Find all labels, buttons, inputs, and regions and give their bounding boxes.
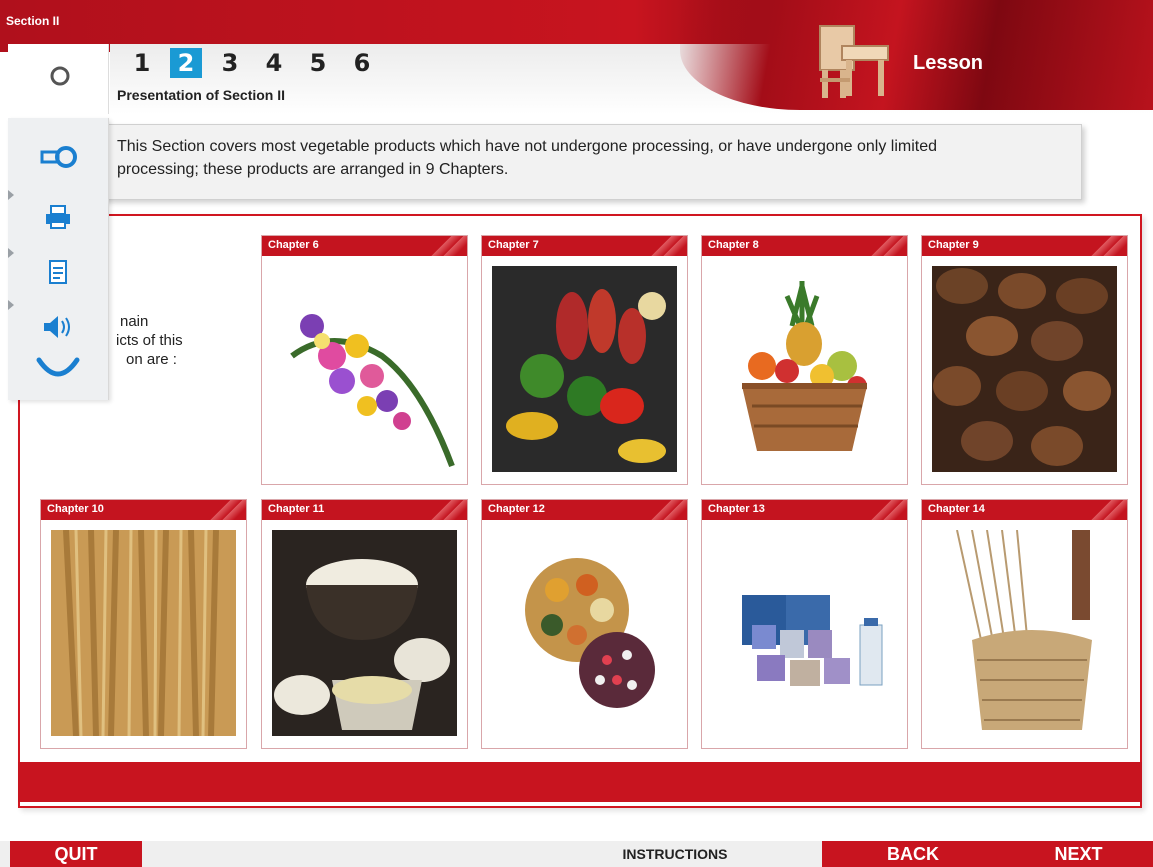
card-header: Chapter 8 (702, 236, 907, 256)
coffee-beans-image (932, 266, 1117, 472)
card-header: Chapter 11 (262, 500, 467, 520)
intro-line-3: on are : (126, 351, 177, 368)
print-button[interactable] (30, 202, 86, 246)
vegetables-image (492, 266, 677, 472)
intro-text: nain icts of this on are : (116, 312, 236, 369)
page-6-link[interactable]: 6 (340, 48, 384, 78)
card-header: Chapter 12 (482, 500, 687, 520)
plaiting-materials-image (932, 530, 1117, 736)
glossary-icon (40, 146, 77, 168)
page-5-link[interactable]: 5 (296, 48, 340, 78)
card-title: Chapter 13 (708, 503, 765, 515)
card-title: Chapter 14 (928, 503, 985, 515)
panel-footer-bar (18, 762, 1142, 802)
flour-image (272, 530, 457, 736)
section-label: Section II (6, 14, 60, 28)
glossary-button[interactable] (30, 142, 86, 186)
speaker-icon (44, 316, 70, 338)
page-4-link[interactable]: 4 (252, 48, 296, 78)
page-2-link[interactable]: 2 (170, 48, 202, 78)
card-title: Chapter 8 (708, 239, 759, 251)
page-3-link[interactable]: 3 (208, 48, 252, 78)
description-box: This Section covers most vegetable produ… (100, 124, 1082, 200)
toolbar-arrow (8, 300, 14, 310)
chapter-card-14[interactable]: Chapter 14 (921, 499, 1128, 749)
chapter-card-13[interactable]: Chapter 13 (701, 499, 908, 749)
chapter-card-11[interactable]: Chapter 11 (261, 499, 468, 749)
chapter-card-6[interactable]: Chapter 6 (261, 235, 468, 485)
side-toolbar (8, 118, 109, 400)
chapter-card-8[interactable]: Chapter 8 (701, 235, 908, 485)
card-title: Chapter 12 (488, 503, 545, 515)
chapter-card-9[interactable]: Chapter 9 (921, 235, 1128, 485)
lesson-label: Lesson (913, 52, 984, 74)
toolbar-arrow (8, 248, 14, 258)
undo-arc-icon (36, 357, 80, 377)
card-header: Chapter 10 (41, 500, 246, 520)
card-header: Chapter 13 (702, 500, 907, 520)
chapter-card-12[interactable]: Chapter 12 (481, 499, 688, 749)
card-title: Chapter 9 (928, 239, 979, 251)
card-header: Chapter 9 (922, 236, 1127, 256)
fruit-basket-image (742, 281, 867, 451)
instructions-button[interactable]: INSTRUCTIONS (560, 841, 790, 867)
quit-button[interactable]: QUIT (10, 841, 142, 867)
next-button[interactable]: NEXT (1004, 841, 1153, 867)
card-title: Chapter 6 (268, 239, 319, 251)
flowers-bouquet-image (290, 314, 455, 468)
page-navigation: 1 2 3 4 5 6 (120, 48, 384, 78)
page-1-link[interactable]: 1 (120, 48, 164, 78)
intro-line-2: icts of this (116, 332, 183, 349)
notes-icon (49, 260, 67, 284)
print-icon (46, 205, 70, 229)
card-header: Chapter 14 (922, 500, 1127, 520)
undo-button[interactable] (30, 354, 86, 398)
card-header: Chapter 7 (482, 236, 687, 256)
page-title: Presentation of Section II (117, 87, 286, 103)
chapter-card-7[interactable]: Chapter 7 (481, 235, 688, 485)
card-title: Chapter 10 (47, 503, 104, 515)
wheat-image (51, 530, 236, 736)
intro-line-1: nain (120, 313, 149, 330)
lesson-desk-icon (819, 25, 889, 98)
audio-button[interactable] (30, 312, 86, 356)
seeds-image (525, 558, 655, 708)
toolbar-arrow (8, 190, 14, 200)
home-tab[interactable] (8, 44, 109, 114)
reload-icon[interactable] (48, 64, 72, 88)
description-text: This Section covers most vegetable produ… (117, 138, 938, 178)
back-button[interactable]: BACK (822, 841, 1004, 867)
chapter-card-10[interactable]: Chapter 10 (40, 499, 247, 749)
notes-button[interactable] (30, 258, 86, 302)
card-header: Chapter 6 (262, 236, 467, 256)
card-title: Chapter 7 (488, 239, 539, 251)
card-title: Chapter 11 (268, 503, 325, 515)
gums-extracts-image (742, 595, 883, 686)
